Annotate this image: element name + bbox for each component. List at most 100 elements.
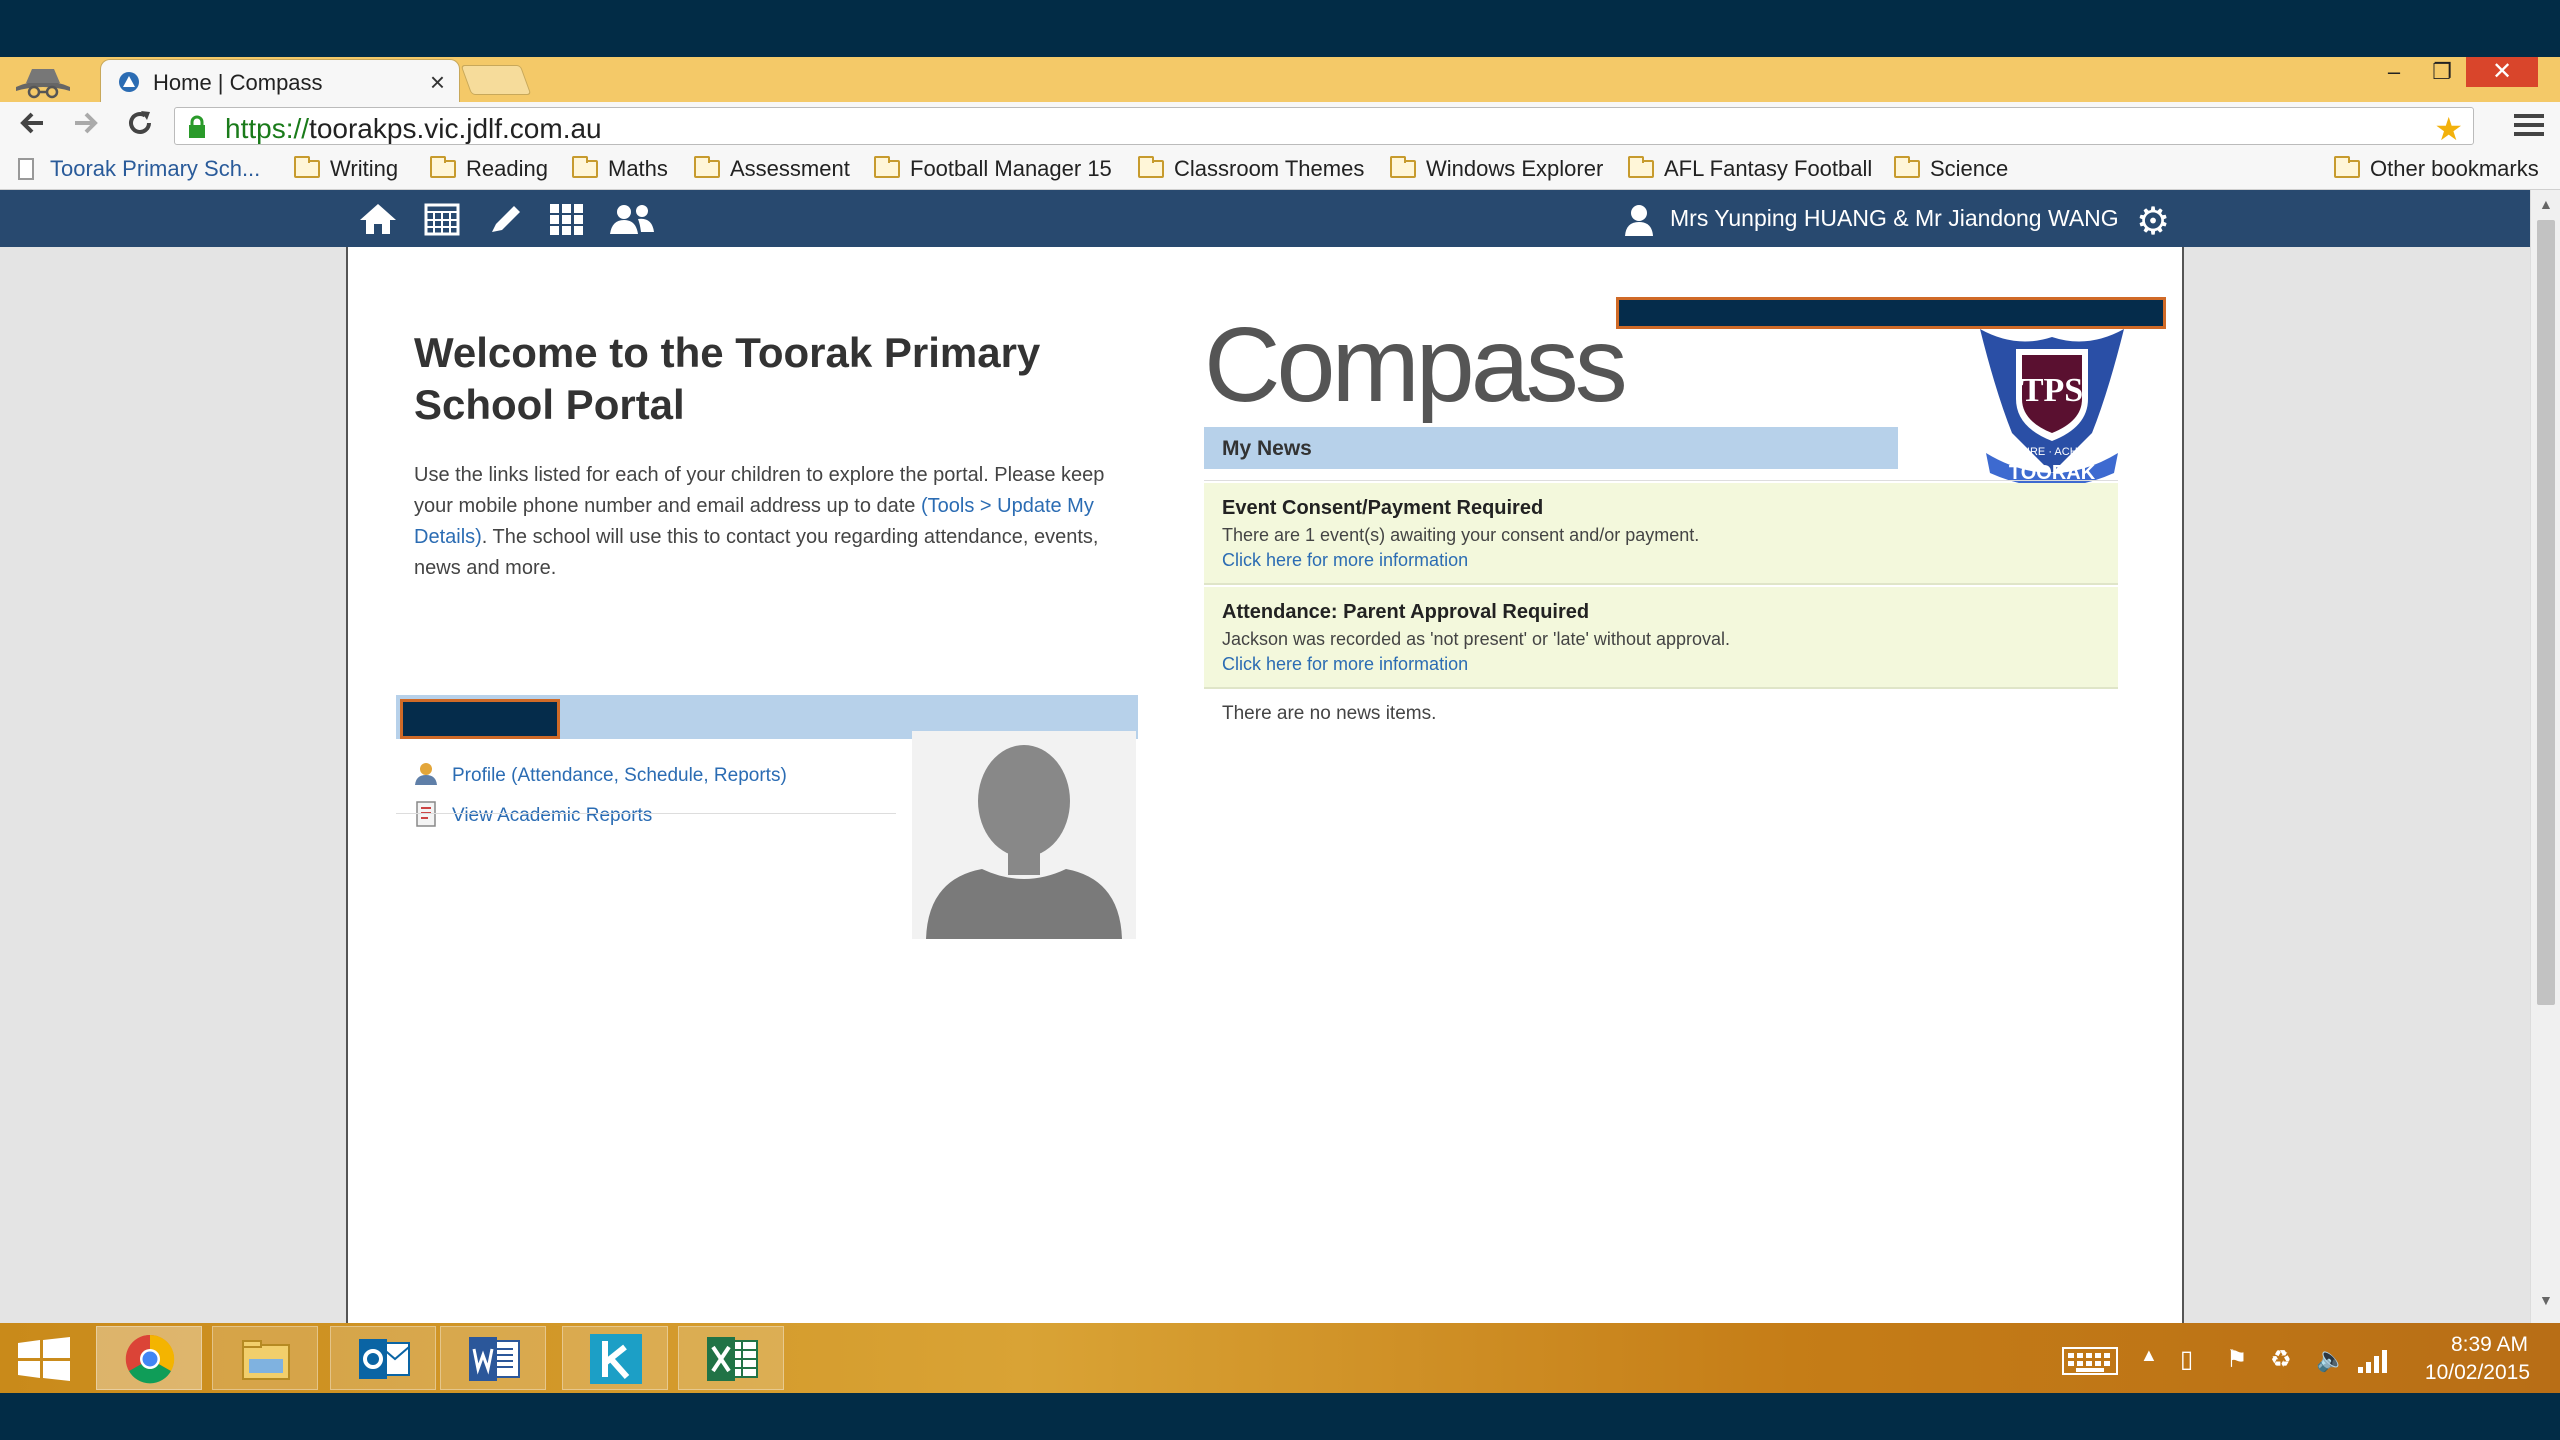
file-explorer-icon — [242, 1340, 290, 1380]
report-icon — [416, 801, 436, 827]
new-tab-button[interactable] — [460, 65, 532, 95]
user-icon — [1625, 205, 1653, 236]
alert-text: Jackson was recorded as 'not present' or… — [1222, 629, 1731, 649]
alert-more-info-link[interactable]: Click here for more information — [1222, 550, 2100, 571]
school-crest-logo: TPS INSPIRE · ACHIEVE TOORAK — [1980, 329, 2124, 485]
tray-expand-icon[interactable]: ▲ — [2140, 1345, 2158, 1366]
people-icon[interactable] — [608, 202, 656, 236]
chrome-menu-icon[interactable] — [2514, 111, 2544, 139]
windows-taskbar: ▲ ▯ ⚑ ♻ 🔈 8:39 AM 10/02/2015 — [0, 1323, 2560, 1393]
news-divider — [1204, 480, 2118, 481]
incognito-icon — [16, 69, 70, 99]
url-text: https://toorakps.vic.jdlf.com.au — [225, 113, 602, 144]
folder-icon — [572, 156, 598, 178]
tray-volume-icon[interactable]: 🔈 — [2316, 1345, 2346, 1374]
taskbar-excel[interactable] — [678, 1326, 784, 1390]
folder-icon — [2334, 156, 2360, 178]
taskbar-outlook[interactable] — [330, 1326, 436, 1390]
home-icon[interactable] — [358, 202, 398, 236]
tab-title: Home | Compass — [153, 70, 323, 95]
page-viewport: Mrs Yunping HUANG & Mr Jiandong WANG ⚙ W… — [0, 190, 2530, 1323]
reload-button[interactable] — [120, 108, 160, 144]
windows-start-icon[interactable] — [16, 1337, 72, 1381]
page-title: Welcome to the Toorak Primary School Por… — [414, 329, 1041, 428]
bookmark-science[interactable]: Science — [1894, 156, 2008, 182]
crest-motto: INSPIRE · ACHIEVE — [2001, 446, 2102, 458]
compass-favicon-icon — [119, 72, 139, 92]
window-minimize-button[interactable]: – — [2370, 57, 2418, 87]
tray-network-device-icon[interactable]: ▯ — [2180, 1345, 2193, 1374]
bookmark-star-icon[interactable]: ★ — [2434, 110, 2463, 148]
academic-reports-link[interactable]: View Academic Reports — [414, 801, 652, 827]
apps-grid-icon[interactable] — [548, 202, 584, 236]
address-bar[interactable]: https://toorakps.vic.jdlf.com.au ★ — [174, 107, 2474, 148]
bookmark-maths[interactable]: Maths — [572, 156, 668, 182]
folder-icon — [294, 156, 320, 178]
tray-flag-icon[interactable]: ⚑ — [2226, 1345, 2248, 1374]
no-news-text: There are no news items. — [1222, 703, 1437, 724]
bookmark-other[interactable]: Other bookmarks — [2334, 156, 2539, 182]
bookmarks-bar: Toorak Primary Sch... Writing Reading Ma… — [0, 150, 2560, 190]
profile-link[interactable]: Profile (Attendance, Schedule, Reports) — [414, 761, 787, 787]
page-scrollbar[interactable]: ▲ ▼ — [2530, 190, 2560, 1323]
clock-time[interactable]: 8:39 AM — [2418, 1333, 2528, 1357]
outlook-icon — [359, 1339, 410, 1379]
scrollbar-thumb[interactable] — [2537, 220, 2555, 1005]
bookmark-writing[interactable]: Writing — [294, 156, 398, 182]
page-content: Welcome to the Toorak Primary School Por… — [346, 247, 2184, 1323]
taskbar-file-explorer[interactable] — [212, 1326, 318, 1390]
alert-more-info-link[interactable]: Click here for more information — [1222, 654, 2100, 675]
window-maximize-button[interactable]: ❐ — [2418, 57, 2466, 87]
scroll-up-icon[interactable]: ▲ — [2539, 196, 2553, 212]
tab-strip: Home | Compass × – ❐ ✕ — [0, 57, 2560, 102]
alert-attendance-approval: Attendance: Parent Approval Required Jac… — [1204, 587, 2118, 689]
avatar-placeholder — [912, 731, 1136, 939]
tray-signal-icon[interactable] — [2356, 1347, 2390, 1373]
bookmark-football-manager[interactable]: Football Manager 15 — [874, 156, 1112, 182]
bookmark-toorak-primary[interactable]: Toorak Primary Sch... — [18, 156, 260, 182]
folder-icon — [1894, 156, 1920, 178]
back-arrow-icon — [20, 112, 43, 134]
browser-toolbar: https://toorakps.vic.jdlf.com.au ★ — [0, 102, 2560, 150]
compass-logo: Compass — [1204, 306, 1628, 424]
tab-close-icon[interactable]: × — [430, 67, 445, 98]
keyboard-icon[interactable] — [2062, 1347, 2118, 1375]
forward-arrow-icon — [75, 112, 98, 134]
tray-recycle-icon[interactable]: ♻ — [2270, 1345, 2292, 1374]
alert-event-consent: Event Consent/Payment Required There are… — [1204, 483, 2118, 585]
back-button[interactable] — [12, 108, 52, 144]
tab-home-compass[interactable]: Home | Compass × — [100, 59, 460, 102]
profile-icon — [415, 763, 437, 785]
scroll-down-icon[interactable]: ▼ — [2539, 1292, 2553, 1308]
folder-icon — [694, 156, 720, 178]
screen-bottom-border — [0, 1393, 2560, 1440]
folder-icon — [430, 156, 456, 178]
forward-button[interactable] — [66, 108, 106, 144]
bookmark-afl-fantasy[interactable]: AFL Fantasy Football — [1628, 156, 1872, 182]
bookmark-windows-explorer[interactable]: Windows Explorer — [1390, 156, 1603, 182]
taskbar-word[interactable] — [440, 1326, 546, 1390]
folder-icon — [874, 156, 900, 178]
bookmark-assessment[interactable]: Assessment — [694, 156, 850, 182]
clock-date[interactable]: 10/02/2015 — [2398, 1361, 2530, 1385]
my-news-header: My News — [1204, 427, 1898, 469]
bookmark-classroom-themes[interactable]: Classroom Themes — [1138, 156, 1364, 182]
lock-icon — [189, 115, 205, 138]
user-name[interactable]: Mrs Yunping HUANG & Mr Jiandong WANG — [1670, 205, 2119, 232]
window-close-button[interactable]: ✕ — [2466, 57, 2538, 87]
taskbar-chrome[interactable] — [96, 1326, 202, 1390]
pencil-icon[interactable] — [488, 202, 524, 236]
screen-top-border — [0, 0, 2560, 57]
settings-gear-icon[interactable]: ⚙ — [2136, 199, 2170, 244]
chrome-icon — [125, 1334, 175, 1384]
alert-title: Event Consent/Payment Required — [1222, 497, 1544, 519]
bookmark-reading[interactable]: Reading — [430, 156, 548, 182]
k-app-icon — [590, 1334, 642, 1384]
calendar-icon[interactable] — [424, 202, 460, 236]
compass-app-bar: Mrs Yunping HUANG & Mr Jiandong WANG ⚙ — [0, 190, 2530, 247]
taskbar-k-app[interactable] — [562, 1326, 668, 1390]
crest-letters: TPS — [2021, 372, 2083, 409]
excel-icon — [707, 1337, 758, 1381]
word-icon — [469, 1337, 520, 1381]
intro-text: Use the links listed for each of your ch… — [414, 464, 1105, 579]
